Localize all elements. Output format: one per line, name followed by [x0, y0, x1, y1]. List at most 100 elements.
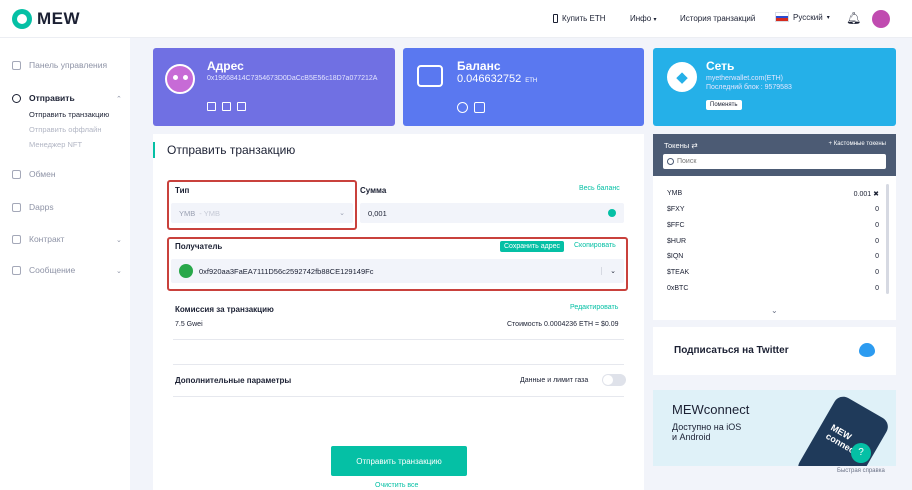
token-value-text: 0.001 — [853, 191, 872, 198]
swap-arrows-icon[interactable]: ⇄ — [691, 141, 697, 150]
buy-eth-label: Купить ETH — [562, 14, 606, 23]
send-icon — [12, 93, 21, 103]
dashboard-icon — [12, 60, 21, 70]
avatar[interactable] — [872, 10, 890, 28]
balance-title: Баланс — [457, 59, 501, 73]
sidebar-item-dashboard[interactable]: Панель управления — [12, 60, 107, 70]
mewconnect-line1: Доступно на iOS — [672, 422, 742, 432]
swap-icon — [12, 169, 21, 179]
token-name: 0xBTC — [667, 285, 689, 292]
language-select[interactable]: Русский ▾ — [775, 12, 830, 22]
balance-amount: 0.046632752 ETH — [457, 73, 537, 85]
fee-cost: Стоимость 0.0004236 ETH = $0.09 — [507, 321, 619, 328]
twitter-card[interactable]: Подписаться на Twitter — [653, 327, 896, 375]
token-row: $FXY 0 — [667, 206, 879, 213]
buy-eth-link[interactable]: Купить ETH — [553, 14, 606, 23]
chevron-down-icon: ▾ — [826, 14, 830, 21]
info-label: Инфо — [630, 14, 652, 23]
chevron-down-icon[interactable]: ⌄ — [116, 267, 122, 275]
expand-down-icon[interactable]: ⌄ — [771, 306, 778, 315]
tokens-title-label: Токены — [664, 141, 690, 150]
edit-fee-link[interactable]: Редактировать — [570, 304, 618, 311]
token-search-input[interactable] — [663, 154, 886, 169]
mewconnect-line2: и Android — [672, 432, 711, 442]
balance-unit: ETH — [525, 78, 538, 84]
chevron-down-icon: ▾ — [653, 17, 657, 23]
fee-label: Комиссия за транзакцию — [175, 305, 274, 314]
more-icon[interactable] — [457, 102, 468, 113]
custom-tokens-link[interactable]: + Кастомные токены — [829, 141, 886, 147]
title-accent-bar — [153, 142, 155, 158]
token-row: $HUR 0 — [667, 238, 879, 245]
print-icon[interactable] — [222, 102, 231, 111]
address-value: 0x19668414C7354673D0DaCcB5E56c18D7a07721… — [207, 75, 378, 82]
close-icon[interactable]: ✖ — [873, 191, 879, 198]
gas-price: 7.5 Gwei — [175, 321, 203, 328]
amount-input[interactable]: 0,001 — [360, 203, 624, 223]
logo[interactable]: MEW — [12, 9, 80, 29]
sidebar-item-contract[interactable]: Контракт — [12, 234, 64, 244]
info-menu[interactable]: Инфо ▾ — [630, 14, 656, 23]
token-name: $FXY — [667, 206, 685, 213]
top-bar: MEW Купить ETH Инфо ▾ История транзакций… — [0, 0, 912, 38]
panel-title: Отправить транзакцию — [167, 143, 296, 157]
scrollbar[interactable] — [886, 184, 889, 294]
token-value: 0 — [875, 206, 879, 213]
help-label: Быстрая справка — [837, 468, 885, 474]
mew-logo-icon — [12, 9, 32, 29]
sidebar-item-dapps[interactable]: Dapps — [12, 202, 54, 212]
history-link[interactable]: История транзакций — [680, 14, 755, 23]
sidebar-subitem-send-tx[interactable]: Отправить транзакцию — [29, 110, 109, 119]
sidebar-subitem-nft[interactable]: Менеджер NFT — [29, 140, 82, 149]
copy-icon[interactable] — [237, 102, 246, 111]
tokens-title: Токены ⇄ — [664, 141, 698, 150]
divider — [173, 339, 624, 340]
entire-balance-link[interactable]: Весь баланс — [579, 185, 620, 192]
bell-icon[interactable]: 🔔︎ — [846, 11, 861, 25]
sidebar-item-label: Контракт — [29, 234, 65, 244]
network-node: myetherwallet.com(ETH) — [706, 75, 784, 82]
sidebar-item-label: Сообщение — [29, 265, 76, 275]
divider — [173, 364, 624, 365]
token-value: 0 — [875, 285, 879, 292]
tokens-panel: Токены ⇄ + Кастомные токены YMB 0.001 ✖ $… — [653, 134, 896, 320]
sidebar-item-swap[interactable]: Обмен — [12, 169, 56, 179]
qr-code-icon[interactable] — [207, 102, 216, 111]
send-transaction-button[interactable]: Отправить транзакцию — [331, 446, 467, 476]
sidebar-item-send[interactable]: Отправить — [12, 93, 75, 103]
chevron-up-icon[interactable]: ⌃ — [116, 95, 122, 103]
token-name: $TEAK — [667, 269, 690, 276]
last-block: Последний блок : 9579583 — [706, 84, 792, 91]
sidebar-item-message[interactable]: Сообщение — [12, 265, 75, 275]
send-transaction-panel: Отправить транзакцию Тип YMB - YMB ⌄ Сум… — [153, 134, 644, 490]
advanced-toggle[interactable] — [602, 374, 626, 386]
sidebar-item-label: Отправить — [29, 93, 75, 103]
divider — [173, 396, 624, 397]
twitter-label: Подписаться на Twitter — [674, 345, 789, 356]
token-value: 0 — [875, 253, 879, 260]
token-value: 0 — [875, 269, 879, 276]
chevron-down-icon[interactable]: ⌄ — [116, 236, 122, 244]
amount-label: Сумма — [360, 186, 387, 195]
logo-text: MEW — [37, 9, 81, 28]
amount-value: 0,001 — [368, 208, 387, 218]
address-card: Адрес 0x19668414C7354673D0DaCcB5E56c18D7… — [153, 48, 395, 126]
language-label: Русский — [793, 12, 823, 22]
help-button[interactable]: ? — [851, 443, 871, 463]
token-value: 0 — [875, 222, 879, 229]
token-value: 0 — [875, 238, 879, 245]
search-icon — [667, 158, 674, 165]
twitter-icon — [859, 343, 875, 357]
mewconnect-title: MEWconnect — [672, 402, 750, 417]
sidebar-item-label: Обмен — [29, 169, 56, 179]
tokens-header: Токены ⇄ + Кастомные токены — [653, 134, 896, 176]
blockie-avatar — [165, 64, 195, 94]
token-row: YMB 0.001 ✖ — [667, 190, 879, 198]
network-title: Сеть — [706, 59, 735, 73]
clear-all-link[interactable]: Очистить все — [375, 482, 418, 489]
change-network-button[interactable]: Поменять — [706, 100, 742, 110]
sidebar-subitem-send-offline[interactable]: Отправить оффлайн — [29, 125, 102, 134]
token-row: $FFC 0 — [667, 222, 879, 229]
refresh-icon[interactable] — [474, 102, 485, 113]
token-row: $IQN 0 — [667, 253, 879, 260]
